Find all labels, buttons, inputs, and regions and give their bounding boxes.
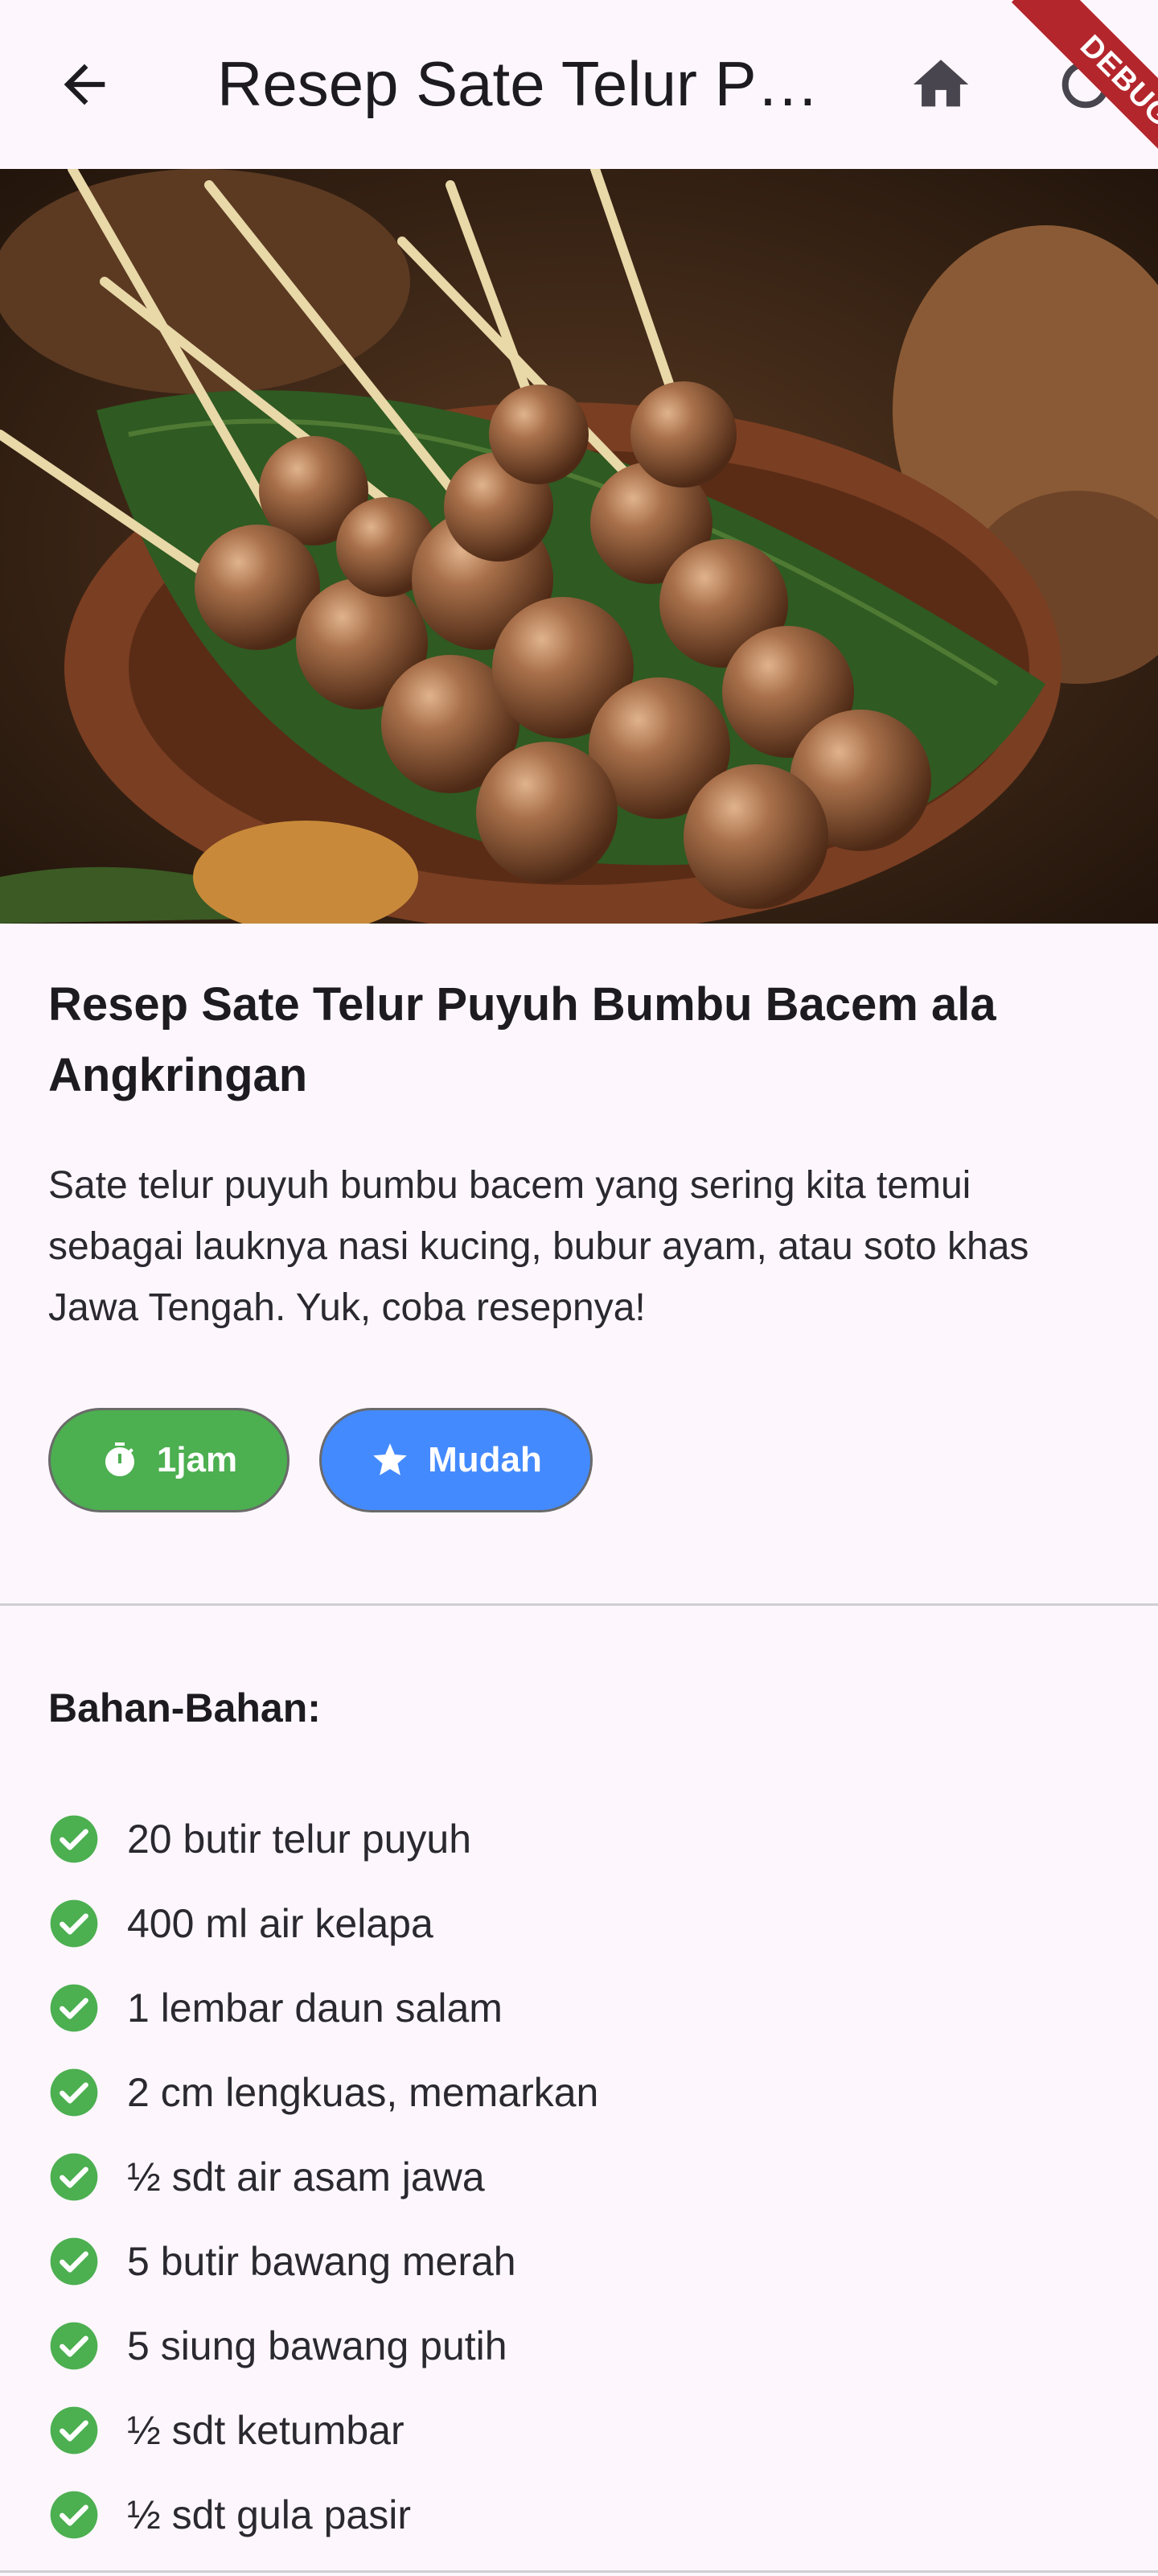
check-circle-icon xyxy=(48,2489,100,2541)
check-circle-icon xyxy=(48,1898,100,1949)
ingredients-list: 20 butir telur puyuh 400 ml air kelapa 1 l… xyxy=(48,1796,1110,2557)
star-icon xyxy=(370,1440,410,1480)
ingredient-label: ½ sdt gula pasir xyxy=(127,2492,411,2537)
back-button[interactable] xyxy=(36,36,133,133)
home-button[interactable] xyxy=(893,36,989,133)
divider-bottom xyxy=(0,2570,1158,2573)
ingredient-label: 1 lembar daun salam xyxy=(127,1985,503,2031)
partial-action-button[interactable] xyxy=(1037,36,1134,133)
ingredient-label: 2 cm lengkuas, memarkan xyxy=(127,2069,599,2115)
home-icon xyxy=(913,60,969,107)
timer-icon xyxy=(101,1441,139,1479)
ingredient-label: ½ sdt air asam jawa xyxy=(127,2154,485,2199)
ingredient-item: 5 siung bawang putih xyxy=(48,2303,1110,2388)
check-circle-icon xyxy=(48,2320,100,2372)
ingredient-label: 400 ml air kelapa xyxy=(127,1900,433,1946)
ingredient-item: ½ sdt air asam jawa xyxy=(48,2134,1110,2219)
ingredient-label: 5 siung bawang putih xyxy=(127,2323,507,2368)
app-bar: Resep Sate Telur Puyuh Bumbu Bacem ala A… xyxy=(0,0,1158,177)
check-circle-icon xyxy=(48,2236,100,2287)
ingredient-label: 5 butir bawang merah xyxy=(127,2238,516,2284)
ingredients-heading: Bahan-Bahan: xyxy=(48,1685,321,1730)
ingredient-item: ½ sdt gula pasir xyxy=(48,2472,1110,2557)
ingredient-item: 1 lembar daun salam xyxy=(48,1965,1110,2050)
ingredient-item: 5 butir bawang merah xyxy=(48,2219,1110,2303)
hero-image xyxy=(0,169,1158,924)
difficulty-chip-label: Mudah xyxy=(428,1440,542,1479)
difficulty-chip[interactable]: Mudah xyxy=(319,1408,593,1512)
check-circle-icon xyxy=(48,1813,100,1865)
check-circle-icon xyxy=(48,2405,100,2456)
check-circle-icon xyxy=(48,2151,100,2203)
partial-icon xyxy=(1062,60,1110,109)
ingredient-label: ½ sdt ketumbar xyxy=(127,2407,404,2453)
check-circle-icon xyxy=(48,2067,100,2118)
page-title: Resep Sate Telur Puyuh Bumbu Bacem ala A… xyxy=(217,48,820,119)
ingredient-item: 2 cm lengkuas, memarkan xyxy=(48,2050,1110,2134)
ingredient-item: 20 butir telur puyuh xyxy=(48,1796,1110,1881)
check-circle-icon xyxy=(48,1982,100,2034)
divider xyxy=(0,1603,1158,1606)
time-chip[interactable]: 1jam xyxy=(48,1408,290,1512)
ingredient-item: ½ sdt ketumbar xyxy=(48,2388,1110,2472)
arrow-back-icon xyxy=(64,64,105,105)
ingredient-item: 400 ml air kelapa xyxy=(48,1881,1110,1965)
recipe-title: Resep Sate Telur Puyuh Bumbu Bacem ala A… xyxy=(48,978,996,1101)
ingredient-label: 20 butir telur puyuh xyxy=(127,1816,472,1862)
recipe-description: Sate telur puyuh bumbu bacem yang sering… xyxy=(48,1164,1029,1329)
time-chip-label: 1jam xyxy=(156,1440,238,1479)
sate-telur-puyuh-photo xyxy=(0,169,1158,924)
